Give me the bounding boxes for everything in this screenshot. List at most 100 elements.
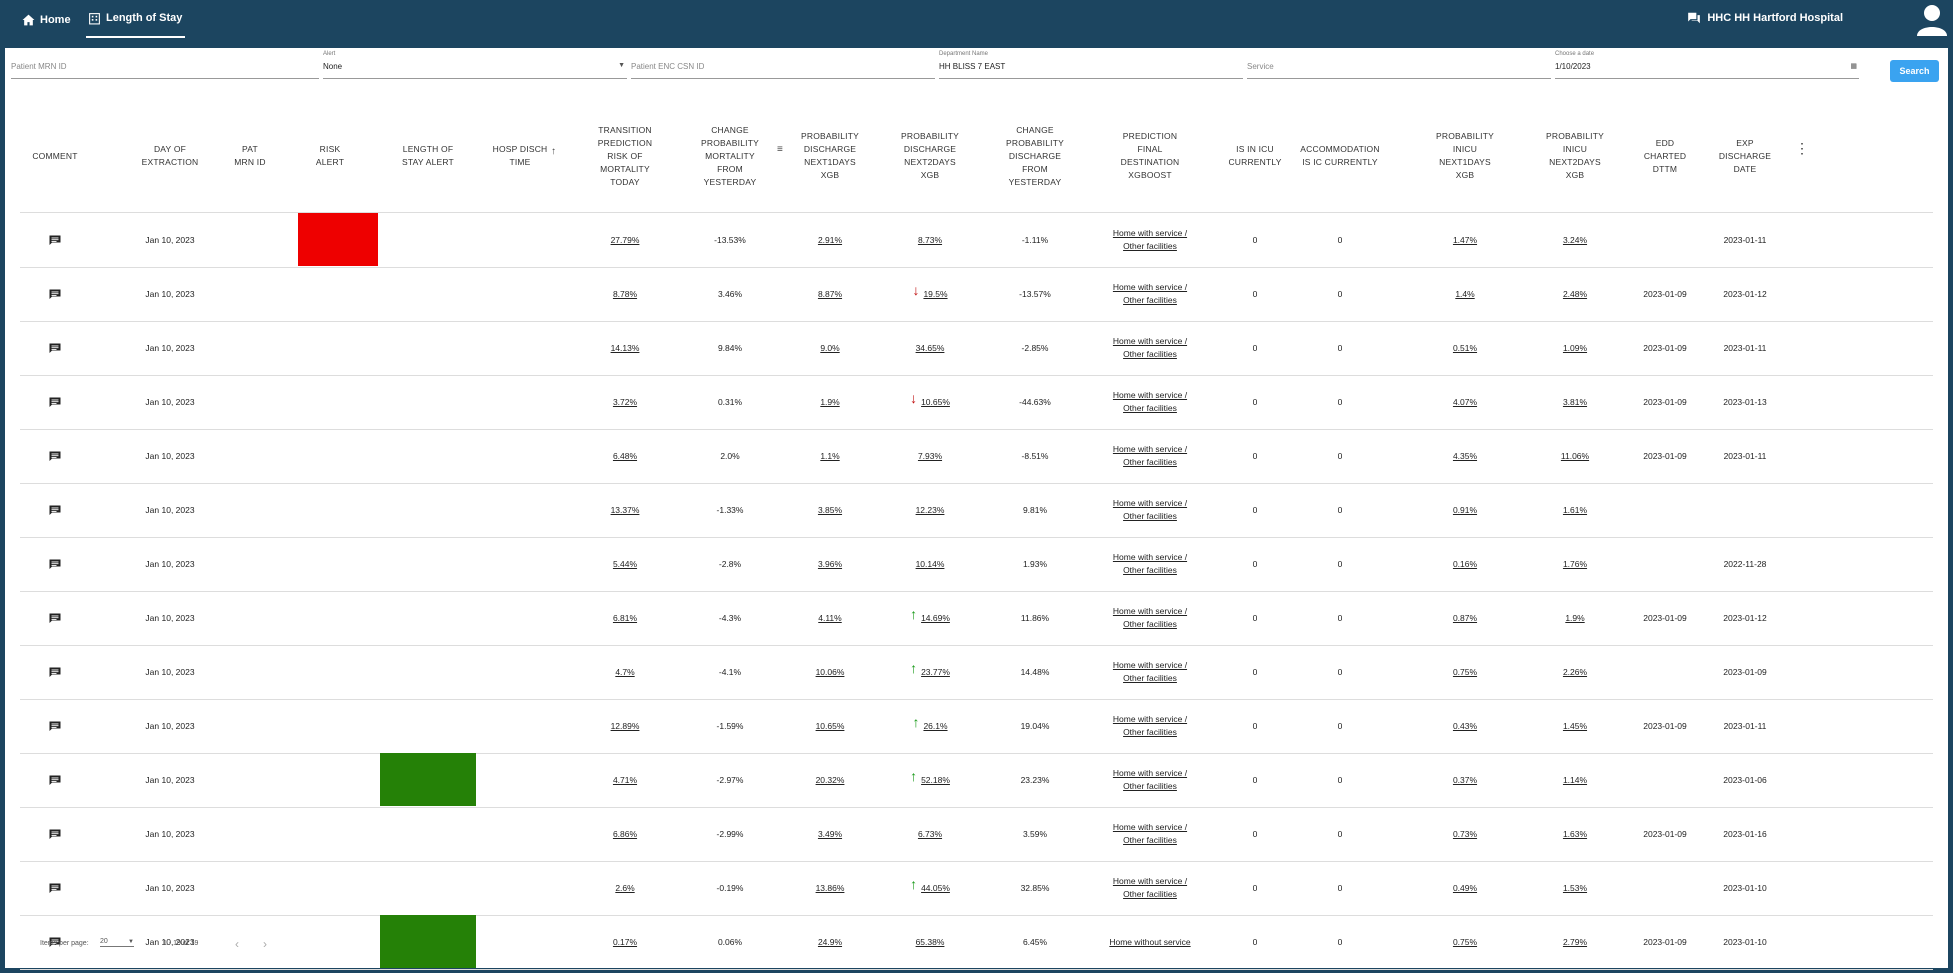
discharge-next1-cell-value[interactable]: 24.9%	[818, 936, 842, 949]
inicu-next2-cell[interactable]: 1.45%	[1525, 699, 1625, 753]
column-header[interactable]: PROBABILITY DISCHARGE NEXT2DAYS XGB	[880, 100, 980, 212]
final-destination-line[interactable]: Home without service	[1109, 936, 1190, 949]
inicu-next1-cell-value[interactable]: 0.75%	[1453, 666, 1477, 679]
patient-csn-field[interactable]: Patient ENC CSN ID	[631, 48, 935, 79]
column-header[interactable]: PROBABILITY INICU NEXT1DAYS XGB	[1415, 100, 1515, 212]
final-destination-cell[interactable]: Home with service / Other facilities	[1090, 429, 1210, 483]
discharge-next1-cell[interactable]: 10.65%	[780, 699, 880, 753]
mortality-risk-cell-value[interactable]: 5.44%	[613, 558, 637, 571]
comment-icon[interactable]	[49, 613, 61, 623]
final-destination-line[interactable]: Other facilities	[1113, 402, 1187, 415]
comment-icon[interactable]	[49, 505, 61, 515]
final-destination-line[interactable]: Home with service /	[1113, 443, 1187, 456]
discharge-next2-value[interactable]: 23.77%	[921, 666, 950, 679]
discharge-next2-value[interactable]: 10.65%	[921, 396, 950, 409]
discharge-next2-value[interactable]: 65.38%	[916, 936, 945, 949]
inicu-next2-cell-value[interactable]: 1.76%	[1563, 558, 1587, 571]
final-destination-cell[interactable]: Home with service / Other facilities	[1090, 861, 1210, 915]
inicu-next2-cell-value[interactable]: 2.26%	[1563, 666, 1587, 679]
discharge-next2-cell[interactable]: ↑ 23.77%	[880, 645, 980, 699]
comment-icon[interactable]	[49, 235, 61, 245]
final-destination-cell[interactable]: Home with service / Other facilities	[1090, 213, 1210, 267]
final-destination-cell[interactable]: Home with service / Other facilities	[1090, 645, 1210, 699]
discharge-next2-cell[interactable]: 10.14%	[880, 537, 980, 591]
inicu-next2-cell[interactable]: 3.24%	[1525, 213, 1625, 267]
final-destination-line[interactable]: Other facilities	[1113, 834, 1187, 847]
final-destination-line[interactable]: Home with service /	[1113, 551, 1187, 564]
discharge-next1-cell-value[interactable]: 3.85%	[818, 504, 842, 517]
final-destination-line[interactable]: Other facilities	[1113, 618, 1187, 631]
discharge-next2-value[interactable]: 44.05%	[921, 882, 950, 895]
discharge-next1-cell-value[interactable]: 3.96%	[818, 558, 842, 571]
inicu-next2-cell-value[interactable]: 1.61%	[1563, 504, 1587, 517]
comment-icon[interactable]	[49, 829, 61, 839]
mortality-risk-cell[interactable]: 3.72%	[575, 375, 675, 429]
mortality-risk-cell-value[interactable]: 8.78%	[613, 288, 637, 301]
final-destination-cell[interactable]: Home with service / Other facilities	[1090, 591, 1210, 645]
comment-cell[interactable]	[20, 807, 90, 861]
inicu-next1-cell-value[interactable]: 4.07%	[1453, 396, 1477, 409]
discharge-next2-cell[interactable]: 6.73%	[880, 807, 980, 861]
discharge-next2-cell[interactable]: 12.23%	[880, 483, 980, 537]
discharge-next1-cell[interactable]: 8.87%	[780, 267, 880, 321]
inicu-next2-cell[interactable]: 3.81%	[1525, 375, 1625, 429]
discharge-next1-cell-value[interactable]: 10.06%	[816, 666, 845, 679]
column-header[interactable]: PROBABILITY DISCHARGE NEXT1DAYS XGB	[780, 100, 880, 212]
inicu-next1-cell-value[interactable]: 0.43%	[1453, 720, 1477, 733]
discharge-next1-cell[interactable]: 3.49%	[780, 807, 880, 861]
more-vert-icon[interactable]: ⋮	[1795, 140, 1809, 157]
discharge-next1-cell-value[interactable]: 3.49%	[818, 828, 842, 841]
table-row[interactable]: Jan 10, 2023 2.6% -0.19% 13.86% ↑ 44.05% 32.85…	[20, 861, 1933, 916]
final-destination-line[interactable]: Other facilities	[1113, 888, 1187, 901]
final-destination-line[interactable]: Other facilities	[1113, 726, 1187, 739]
inicu-next1-cell-value[interactable]: 0.87%	[1453, 612, 1477, 625]
column-header[interactable]: EDD CHARTED DTTM	[1630, 100, 1700, 212]
inicu-next1-cell[interactable]: 1.47%	[1415, 213, 1515, 267]
mortality-risk-cell[interactable]: 6.81%	[575, 591, 675, 645]
table-row[interactable]: Jan 10, 2023 12.89% -1.59% 10.65% ↑ 26.1% 19.0…	[20, 699, 1933, 754]
discharge-next2-cell[interactable]: 7.93%	[880, 429, 980, 483]
comment-icon[interactable]	[49, 289, 61, 299]
inicu-next2-cell[interactable]: 1.76%	[1525, 537, 1625, 591]
table-row[interactable]: Jan 10, 2023 4.7% -4.1% 10.06% ↑ 23.77% 14.48%…	[20, 645, 1933, 700]
table-row[interactable]: Jan 10, 2023 3.72% 0.31% 1.9% ↓ 10.65% -44.63%…	[20, 375, 1933, 430]
discharge-next2-value[interactable]: 12.23%	[916, 504, 945, 517]
mortality-risk-cell-value[interactable]: 2.6%	[615, 882, 634, 895]
final-destination-line[interactable]: Other facilities	[1113, 348, 1187, 361]
column-header[interactable]: PROBABILITY INICU NEXT2DAYS XGB	[1525, 100, 1625, 212]
discharge-next2-value[interactable]: 10.14%	[916, 558, 945, 571]
discharge-next2-cell[interactable]: ↓ 10.65%	[880, 375, 980, 429]
inicu-next1-cell[interactable]: 0.87%	[1415, 591, 1515, 645]
mortality-risk-cell[interactable]: 4.7%	[575, 645, 675, 699]
comment-cell[interactable]	[20, 645, 90, 699]
inicu-next1-cell[interactable]: 0.75%	[1415, 915, 1515, 969]
mortality-risk-cell[interactable]: 14.13%	[575, 321, 675, 375]
inicu-next1-cell[interactable]: 0.75%	[1415, 645, 1515, 699]
final-destination-line[interactable]: Other facilities	[1113, 240, 1187, 253]
comment-icon[interactable]	[49, 775, 61, 785]
discharge-next2-value[interactable]: 52.18%	[921, 774, 950, 787]
column-header[interactable]: RISK ALERT	[290, 100, 370, 212]
discharge-next1-cell[interactable]: 13.86%	[780, 861, 880, 915]
column-header[interactable]: HOSP DISCH TIME	[480, 100, 560, 212]
inicu-next1-cell-value[interactable]: 0.51%	[1453, 342, 1477, 355]
inicu-next1-cell[interactable]: 0.73%	[1415, 807, 1515, 861]
comment-cell[interactable]	[20, 591, 90, 645]
final-destination-line[interactable]: Home with service /	[1113, 389, 1187, 402]
page-size-select[interactable]: 20 ▼	[100, 938, 134, 947]
discharge-next1-cell[interactable]: 1.1%	[780, 429, 880, 483]
mortality-risk-cell-value[interactable]: 27.79%	[611, 234, 640, 247]
discharge-next2-cell[interactable]: ↓ 19.5%	[880, 267, 980, 321]
final-destination-line[interactable]: Other facilities	[1113, 780, 1187, 793]
mortality-risk-cell[interactable]: 5.44%	[575, 537, 675, 591]
discharge-next1-cell-value[interactable]: 2.91%	[818, 234, 842, 247]
column-header[interactable]: PREDICTION FINAL DESTINATION XGBOOST	[1090, 100, 1210, 212]
mortality-risk-cell[interactable]: 4.71%	[575, 753, 675, 807]
inicu-next1-cell-value[interactable]: 0.49%	[1453, 882, 1477, 895]
discharge-next2-cell[interactable]: 65.38%	[880, 915, 980, 969]
column-header[interactable]: LENGTH OF STAY ALERT	[380, 100, 476, 212]
final-destination-line[interactable]: Home with service /	[1113, 335, 1187, 348]
comment-cell[interactable]	[20, 861, 90, 915]
discharge-next2-cell[interactable]: ↑ 14.69%	[880, 591, 980, 645]
comment-cell[interactable]	[20, 537, 90, 591]
